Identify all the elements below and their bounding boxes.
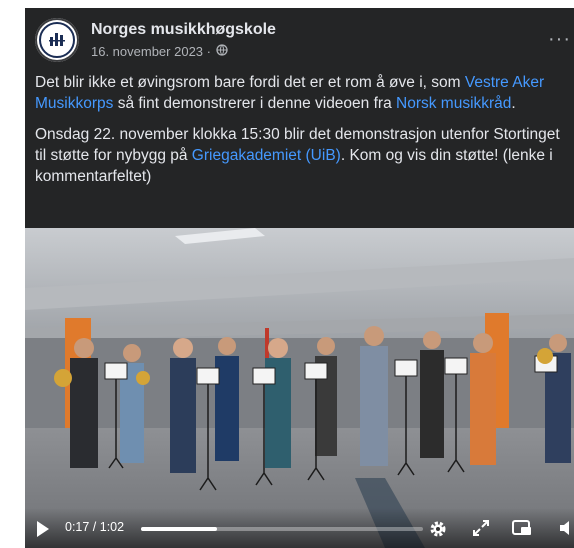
settings-gear-icon[interactable] [427,518,449,545]
video-progress-fill [141,527,218,531]
video-progress-bar[interactable] [141,527,423,531]
link-norsk-musikkrad[interactable]: Norsk musikkråd [396,95,511,112]
page-avatar[interactable] [35,18,79,62]
link-griegakademiet[interactable]: Griegakademiet (UiB) [192,147,341,164]
video-player[interactable]: 0:17 / 1:02 [25,228,574,548]
paragraph-text: . [511,95,516,112]
video-frame-band-rehearsal [25,228,574,548]
post-meta: 16. november 2023 · [91,44,228,59]
fullscreen-expand-icon[interactable] [471,518,491,543]
facebook-post-card: Norges musikkhøgskole 16. november 2023 … [25,8,574,548]
post-date[interactable]: 16. november 2023 · [91,44,211,59]
picture-in-picture-icon[interactable] [511,518,533,543]
post-text: Det blir ikke et øvingsrom bare fordi de… [35,72,567,197]
volume-icon[interactable] [557,518,574,543]
page-name-link[interactable]: Norges musikkhøgskole [91,21,276,39]
play-icon[interactable] [37,521,49,537]
globe-icon [216,44,228,59]
more-options-button[interactable]: ··· [548,28,571,51]
post-paragraph-1: Det blir ikke et øvingsrom bare fordi de… [35,72,567,114]
paragraph-text: Det blir ikke et øvingsrom bare fordi de… [35,74,465,91]
post-header: Norges musikkhøgskole 16. november 2023 … [35,18,570,64]
video-controls: 0:17 / 1:02 [25,508,574,548]
paragraph-text: så fint demonstrerer i denne videoen fra [113,95,396,112]
post-paragraph-2: Onsdag 22. november klokka 15:30 blir de… [35,124,567,187]
logo-icon [39,22,75,58]
video-time: 0:17 / 1:02 [65,520,125,534]
